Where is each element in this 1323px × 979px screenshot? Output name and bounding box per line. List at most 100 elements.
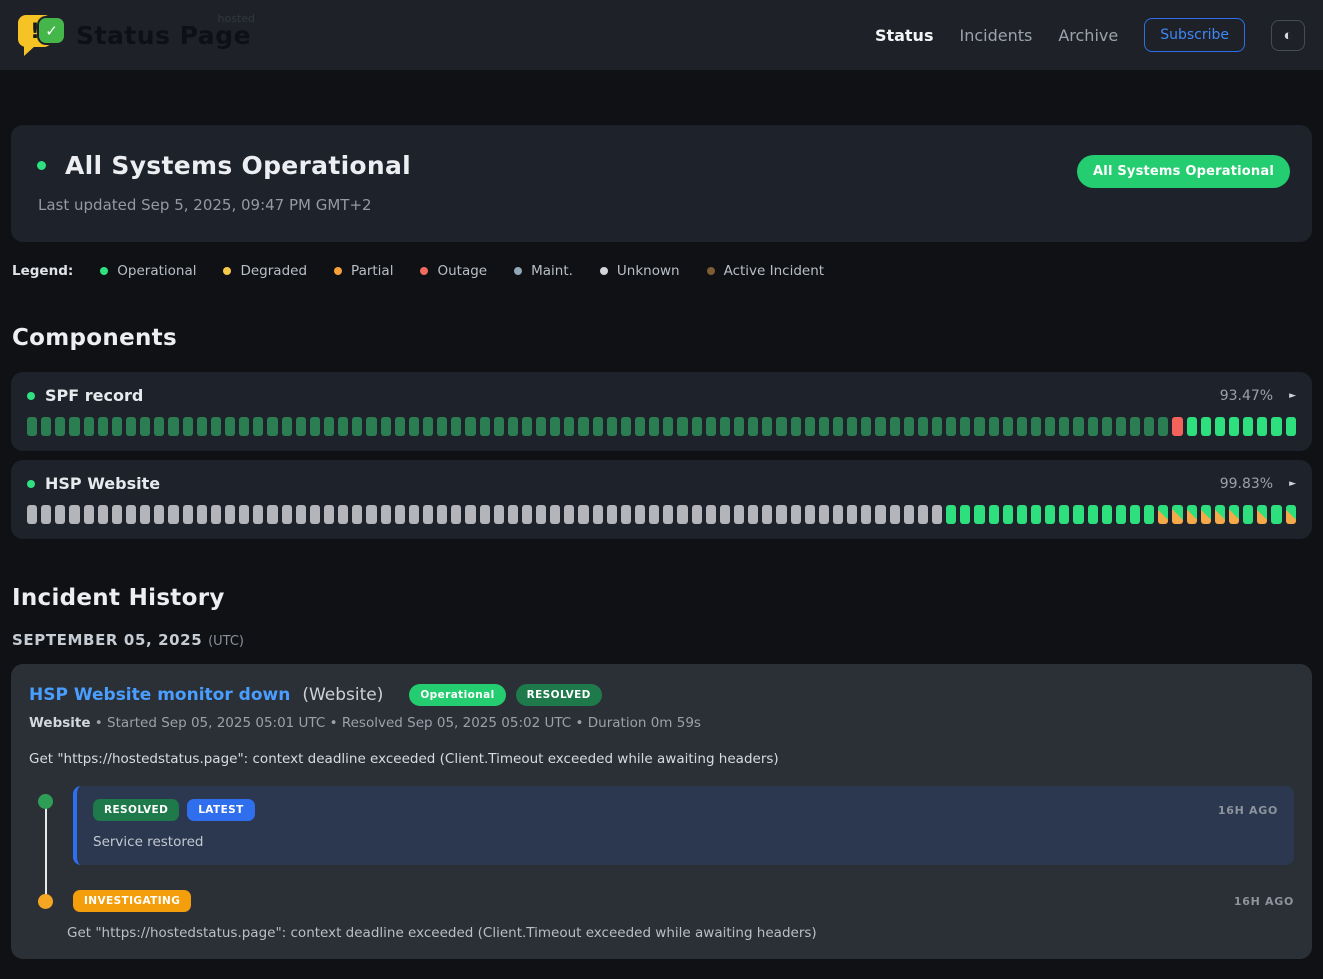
uptime-bar[interactable] (437, 417, 447, 436)
uptime-bar[interactable] (635, 417, 645, 436)
uptime-bar[interactable] (225, 505, 235, 524)
uptime-bar[interactable] (183, 417, 193, 436)
uptime-bar[interactable] (338, 417, 348, 436)
uptime-bar[interactable] (748, 417, 758, 436)
uptime-bar[interactable] (1144, 417, 1154, 436)
uptime-bar[interactable] (310, 505, 320, 524)
uptime-bar[interactable] (649, 417, 659, 436)
uptime-bar[interactable] (607, 505, 617, 524)
uptime-bar[interactable] (197, 417, 207, 436)
uptime-bar[interactable] (847, 505, 857, 524)
uptime-bar[interactable] (225, 417, 235, 436)
nav-item-incidents[interactable]: Incidents (959, 26, 1032, 45)
uptime-bar[interactable] (593, 417, 603, 436)
uptime-bar[interactable] (692, 417, 702, 436)
uptime-bar[interactable] (875, 417, 885, 436)
uptime-bar[interactable] (1257, 505, 1267, 524)
uptime-bar[interactable] (126, 505, 136, 524)
uptime-bar[interactable] (1031, 505, 1041, 524)
uptime-bar[interactable] (55, 505, 65, 524)
uptime-bar[interactable] (578, 417, 588, 436)
uptime-bar[interactable] (946, 417, 956, 436)
uptime-bar[interactable] (1116, 505, 1126, 524)
uptime-bar[interactable] (1088, 417, 1098, 436)
uptime-bar[interactable] (112, 505, 122, 524)
uptime-bar[interactable] (310, 417, 320, 436)
uptime-bar[interactable] (480, 417, 490, 436)
uptime-bar[interactable] (989, 417, 999, 436)
uptime-bar[interactable] (819, 417, 829, 436)
uptime-bar[interactable] (960, 417, 970, 436)
uptime-bar[interactable] (1130, 505, 1140, 524)
uptime-bar[interactable] (494, 417, 504, 436)
uptime-bar[interactable] (762, 505, 772, 524)
uptime-bar[interactable] (140, 417, 150, 436)
uptime-bar[interactable] (649, 505, 659, 524)
uptime-bar[interactable] (1243, 417, 1253, 436)
uptime-bar[interactable] (1003, 417, 1013, 436)
uptime-bar[interactable] (663, 417, 673, 436)
uptime-bar[interactable] (621, 417, 631, 436)
uptime-bar[interactable] (1088, 505, 1098, 524)
uptime-bar[interactable] (1003, 505, 1013, 524)
uptime-bar[interactable] (1102, 417, 1112, 436)
nav-item-status[interactable]: Status (875, 26, 934, 45)
uptime-bar[interactable] (69, 505, 79, 524)
uptime-bar[interactable] (522, 505, 532, 524)
uptime-bar[interactable] (451, 505, 461, 524)
uptime-bar[interactable] (1271, 505, 1281, 524)
uptime-bar[interactable] (296, 505, 306, 524)
uptime-bar[interactable] (918, 417, 928, 436)
uptime-bar[interactable] (338, 505, 348, 524)
uptime-bar[interactable] (55, 417, 65, 436)
uptime-bar[interactable] (593, 505, 603, 524)
uptime-bar[interactable] (791, 417, 801, 436)
uptime-bar[interactable] (409, 505, 419, 524)
uptime-bar[interactable] (1130, 417, 1140, 436)
uptime-bar[interactable] (918, 505, 928, 524)
uptime-bar[interactable] (253, 505, 263, 524)
uptime-bar[interactable] (1187, 417, 1197, 436)
uptime-bar[interactable] (423, 417, 433, 436)
uptime-bar[interactable] (1201, 505, 1211, 524)
uptime-bar[interactable] (748, 505, 758, 524)
uptime-bar[interactable] (27, 505, 37, 524)
uptime-bar[interactable] (1243, 505, 1253, 524)
uptime-bar[interactable] (366, 417, 376, 436)
brand[interactable]: ! ✓ hosted Status Page (18, 12, 251, 58)
uptime-bar[interactable] (805, 417, 815, 436)
uptime-bar[interactable] (508, 505, 518, 524)
uptime-bar[interactable] (536, 505, 546, 524)
uptime-bar[interactable] (1215, 417, 1225, 436)
uptime-bar[interactable] (239, 417, 249, 436)
uptime-bar[interactable] (423, 505, 433, 524)
uptime-bar[interactable] (1045, 417, 1055, 436)
uptime-bar[interactable] (27, 417, 37, 436)
uptime-bar[interactable] (1257, 417, 1267, 436)
uptime-bar[interactable] (1187, 505, 1197, 524)
uptime-bar[interactable] (451, 417, 461, 436)
uptime-bar[interactable] (1158, 417, 1168, 436)
nav-item-archive[interactable]: Archive (1058, 26, 1118, 45)
uptime-bar[interactable] (805, 505, 815, 524)
uptime-bar[interactable] (762, 417, 772, 436)
uptime-bar[interactable] (1059, 505, 1069, 524)
uptime-bar[interactable] (395, 417, 405, 436)
uptime-bar[interactable] (296, 417, 306, 436)
uptime-bar[interactable] (861, 505, 871, 524)
uptime-bar[interactable] (890, 417, 900, 436)
uptime-bar[interactable] (564, 505, 574, 524)
uptime-bar[interactable] (253, 417, 263, 436)
uptime-bar[interactable] (578, 505, 588, 524)
uptime-bar[interactable] (1271, 417, 1281, 436)
uptime-bar[interactable] (522, 417, 532, 436)
uptime-bar[interactable] (635, 505, 645, 524)
uptime-bar[interactable] (352, 505, 362, 524)
uptime-bar[interactable] (875, 505, 885, 524)
uptime-bar[interactable] (734, 417, 744, 436)
uptime-bar[interactable] (706, 417, 716, 436)
uptime-bar[interactable] (1201, 417, 1211, 436)
uptime-bar[interactable] (904, 417, 914, 436)
uptime-bar[interactable] (183, 505, 193, 524)
uptime-bar[interactable] (211, 505, 221, 524)
